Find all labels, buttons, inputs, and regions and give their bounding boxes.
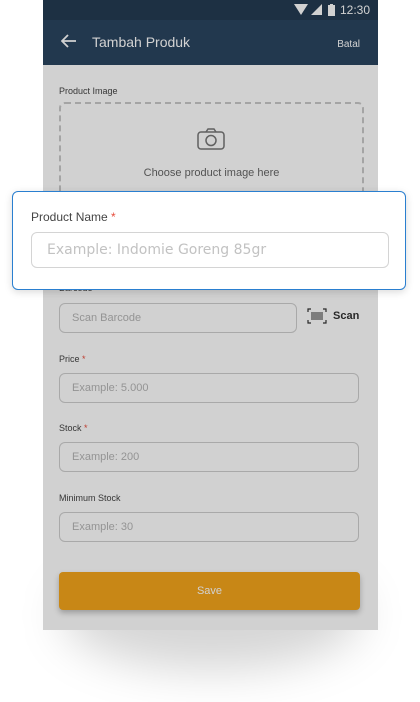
product-name-input[interactable]: Example: Indomie Goreng 85gr [31, 232, 389, 268]
product-name-card: Product Name * Example: Indomie Goreng 8… [12, 191, 406, 290]
product-name-label: Product Name * [31, 210, 116, 224]
dim-overlay [43, 0, 378, 630]
